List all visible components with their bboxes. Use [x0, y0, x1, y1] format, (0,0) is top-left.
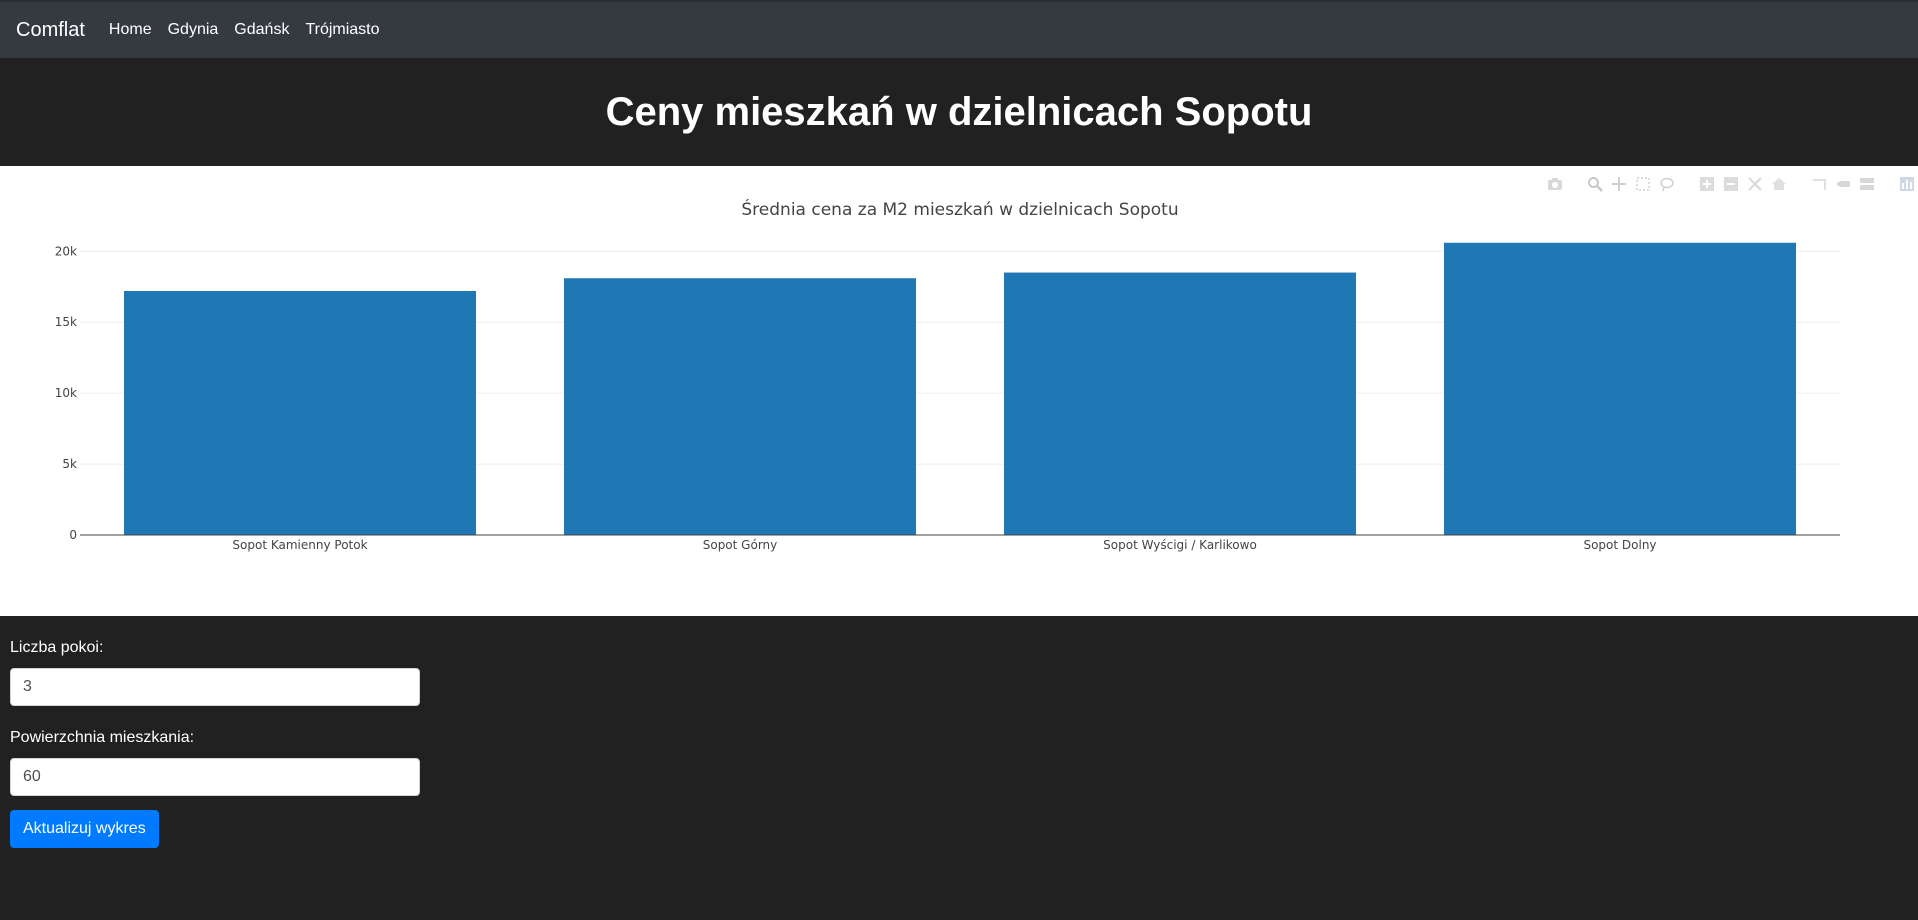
- x-tick-label: Sopot Górny: [703, 538, 778, 552]
- nav-link-trojmiasto[interactable]: Trójmiasto: [305, 21, 379, 39]
- navbar: Comflat Home Gdynia Gdańsk Trójmiasto: [0, 0, 1918, 58]
- bar-chart: Średnia cena za M2 mieszkań w dzielnicac…: [55, 198, 1840, 552]
- page-title: Ceny mieszkań w dzielnicach Sopotu: [605, 89, 1313, 134]
- nav-link-gdynia[interactable]: Gdynia: [168, 21, 219, 39]
- bar[interactable]: [1004, 272, 1356, 535]
- x-tick-label: Sopot Wyścigi / Karlikowo: [1103, 538, 1257, 552]
- bar[interactable]: [124, 291, 476, 535]
- filter-form: Liczba pokoi: Powierzchnia mieszkania: A…: [10, 638, 420, 848]
- x-tick-label: Sopot Dolny: [1583, 538, 1656, 552]
- chart-panel: Średnia cena za M2 mieszkań w dzielnicac…: [0, 166, 1918, 616]
- chart-title: Średnia cena za M2 mieszkań w dzielnicac…: [741, 198, 1178, 220]
- bar[interactable]: [564, 278, 916, 535]
- y-tick-label: 15k: [55, 315, 77, 329]
- rooms-field-group: Liczba pokoi:: [10, 638, 420, 706]
- area-label: Powierzchnia mieszkania:: [10, 729, 195, 746]
- area-field-group: Powierzchnia mieszkania:: [10, 728, 420, 796]
- rooms-label: Liczba pokoi:: [10, 639, 104, 656]
- y-tick-label: 0: [69, 528, 77, 542]
- y-tick-label: 10k: [55, 386, 77, 400]
- area-input[interactable]: [10, 758, 420, 796]
- hero-header: Ceny mieszkań w dzielnicach Sopotu: [0, 58, 1918, 166]
- x-tick-label: Sopot Kamienny Potok: [232, 538, 367, 552]
- rooms-input[interactable]: [10, 668, 420, 706]
- update-chart-button[interactable]: Aktualizuj wykres: [10, 810, 159, 848]
- bars: [124, 242, 1796, 535]
- nav-link-home[interactable]: Home: [109, 21, 152, 39]
- nav-link-gdansk[interactable]: Gdańsk: [234, 21, 289, 39]
- brand-link[interactable]: Comflat: [16, 19, 85, 42]
- y-tick-label: 20k: [55, 244, 77, 258]
- y-tick-label: 5k: [62, 457, 77, 471]
- bar[interactable]: [1444, 242, 1796, 535]
